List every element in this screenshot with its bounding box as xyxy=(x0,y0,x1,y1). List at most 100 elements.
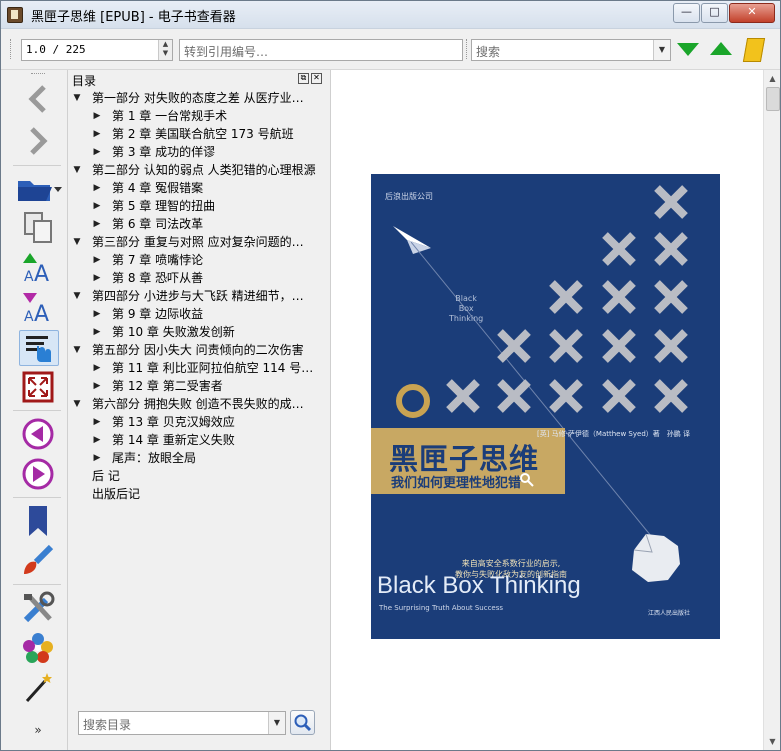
metadata-button[interactable] xyxy=(19,631,57,665)
toc-item[interactable]: ▶ 第 2 章 美国联合航空 173 号航班 xyxy=(68,125,326,143)
close-panel-icon[interactable]: ✕ xyxy=(311,73,322,84)
collapse-arrow-icon[interactable]: ▼ xyxy=(72,341,82,359)
toc-item[interactable]: ▼ 第三部分 重复与对照 应对复杂问题的… xyxy=(68,233,326,251)
toc-item[interactable]: ▶ 第 5 章 理智的扭曲 xyxy=(68,197,326,215)
search-input[interactable]: 搜索 ▼ xyxy=(471,39,671,61)
toc-item-label: 后 记 xyxy=(92,469,120,483)
toc-item[interactable]: ▶ 第 14 章 重新定义失败 xyxy=(68,431,326,449)
toc-item[interactable]: ▶ 第 10 章 失败激发创新 xyxy=(68,323,326,341)
float-panel-icon[interactable]: ⧉ xyxy=(298,73,309,84)
toc-item-label: 尾声：放眼全局 xyxy=(112,451,197,465)
expand-arrow-icon[interactable]: ▶ xyxy=(92,179,102,197)
toc-item[interactable]: ▼ 第一部分 对失败的态度之差 从医疗业… xyxy=(68,89,326,107)
toc-item[interactable]: ▶ 第 11 章 利比亚阿拉伯航空 114 号… xyxy=(68,359,326,377)
toc-item[interactable]: ▶ 第 9 章 边际收益 xyxy=(68,305,326,323)
font-larger-button[interactable]: AA xyxy=(19,250,57,284)
scroll-thumb[interactable] xyxy=(766,87,780,111)
copy-button[interactable] xyxy=(19,210,57,244)
cover-author: [英] 马修·萨伊德（Matthew Syed）著 孙鹏 译 xyxy=(537,430,690,438)
collapse-arrow-icon[interactable]: ▼ xyxy=(72,395,82,413)
expand-arrow-icon[interactable]: ▶ xyxy=(92,269,102,287)
next-page-button[interactable] xyxy=(19,457,57,491)
expand-arrow-icon[interactable]: ▶ xyxy=(92,413,102,431)
expand-arrow-icon[interactable]: ▶ xyxy=(92,377,102,395)
toc-item[interactable]: 出版后记 xyxy=(68,485,326,503)
toc-item[interactable]: ▶ 第 1 章 一台常规手术 xyxy=(68,107,326,125)
toolbar-grip-2[interactable] xyxy=(466,39,470,59)
magic-wand-icon xyxy=(25,673,52,703)
scroll-down-icon[interactable]: ▼ xyxy=(764,733,780,750)
goto-reference-input[interactable]: 转到引用编号… xyxy=(179,39,463,61)
expand-arrow-icon[interactable]: ▶ xyxy=(92,305,102,323)
next-match-icon[interactable] xyxy=(677,43,699,56)
pinwheel-icon xyxy=(23,633,53,663)
toc-item[interactable]: ▶ 第 12 章 第二受害者 xyxy=(68,377,326,395)
collapse-arrow-icon[interactable]: ▼ xyxy=(72,161,82,179)
open-book-button[interactable] xyxy=(15,172,63,206)
toc-item[interactable]: ▼ 第四部分 小进步与大飞跃 精进细节，… xyxy=(68,287,326,305)
expand-arrow-icon[interactable]: ▶ xyxy=(92,431,102,449)
font-smaller-button[interactable]: AA xyxy=(19,290,57,324)
toc-item[interactable]: ▼ 第六部分 拥抱失败 创造不畏失败的成… xyxy=(68,395,326,413)
maximize-button[interactable]: □ xyxy=(701,3,728,23)
expand-arrow-icon[interactable]: ▶ xyxy=(92,323,102,341)
cross-icon xyxy=(602,280,636,314)
cross-icon xyxy=(602,379,636,413)
book-icon[interactable] xyxy=(742,38,766,62)
theme-button[interactable] xyxy=(19,544,57,578)
toc-item[interactable]: ▶ 第 8 章 恐吓从善 xyxy=(68,269,326,287)
preferences-button[interactable] xyxy=(19,591,57,625)
toc-item[interactable]: ▶ 尾声：放眼全局 xyxy=(68,449,326,467)
expand-arrow-icon[interactable]: ▶ xyxy=(92,143,102,161)
search-dropdown-icon[interactable]: ▼ xyxy=(653,40,670,60)
toc-item[interactable]: ▼ 第五部分 因小失大 问责倾向的二次伤害 xyxy=(68,341,326,359)
toolbar-grip[interactable] xyxy=(10,39,14,59)
toc-item-label: 第 10 章 失败激发创新 xyxy=(112,325,235,339)
spin-down-icon[interactable]: ▼ xyxy=(159,49,172,58)
expand-arrow-icon[interactable]: ▶ xyxy=(92,107,102,125)
more-actions-icon[interactable]: » xyxy=(19,718,57,742)
magic-button[interactable] xyxy=(19,671,57,705)
toc-toggle-button[interactable] xyxy=(19,330,59,366)
toc-search-dropdown-icon[interactable]: ▼ xyxy=(268,712,285,734)
scroll-up-icon[interactable]: ▲ xyxy=(764,70,780,87)
expand-arrow-icon[interactable]: ▶ xyxy=(92,449,102,467)
viewer-scrollbar[interactable]: ▲ ▼ xyxy=(763,70,780,750)
position-value: 1.0 / 225 xyxy=(26,43,86,56)
toc-item[interactable]: ▶ 第 3 章 成功的佯谬 xyxy=(68,143,326,161)
expand-arrow-icon[interactable]: ▶ xyxy=(92,359,102,377)
fullscreen-button[interactable] xyxy=(19,370,57,404)
toc-item[interactable]: ▶ 第 4 章 冤假错案 xyxy=(68,179,326,197)
collapse-arrow-icon[interactable]: ▼ xyxy=(72,287,82,305)
toc-item[interactable]: ▼ 第二部分 认知的弱点 人类犯错的心理根源 xyxy=(68,161,326,179)
position-spinbox[interactable]: 1.0 / 225 ▲ ▼ xyxy=(21,39,173,61)
cross-icon xyxy=(549,280,583,314)
expand-arrow-icon[interactable]: ▶ xyxy=(92,251,102,269)
back-button[interactable] xyxy=(19,82,57,116)
minimize-button[interactable]: — xyxy=(673,3,700,23)
bookmarks-button[interactable] xyxy=(19,504,57,538)
toc-search-button[interactable] xyxy=(290,710,315,735)
expand-arrow-icon[interactable]: ▶ xyxy=(92,215,102,233)
toc-item[interactable]: ▶ 第 7 章 喷嘴悖论 xyxy=(68,251,326,269)
sidebar-separator xyxy=(13,410,61,411)
close-button[interactable]: ✕ xyxy=(729,3,775,23)
toc-search-input[interactable]: 搜索目录 ▼ xyxy=(78,711,286,735)
expand-arrow-icon[interactable]: ▶ xyxy=(92,125,102,143)
collapse-arrow-icon[interactable]: ▼ xyxy=(72,233,82,251)
toc-item[interactable]: ▶ 第 6 章 司法改革 xyxy=(68,215,326,233)
previous-match-icon[interactable] xyxy=(710,42,732,55)
toc-item-label: 第 11 章 利比亚阿拉伯航空 114 号… xyxy=(112,361,314,375)
sidebar-grip[interactable] xyxy=(31,73,45,74)
expand-arrow-icon[interactable]: ▶ xyxy=(92,197,102,215)
toc-item[interactable]: 后 记 xyxy=(68,467,326,485)
spin-buttons[interactable]: ▲ ▼ xyxy=(158,40,172,60)
forward-button[interactable] xyxy=(19,124,57,158)
toc-item[interactable]: ▶ 第 13 章 贝克汉姆效应 xyxy=(68,413,326,431)
collapse-arrow-icon[interactable]: ▼ xyxy=(72,89,82,107)
open-folder-icon xyxy=(18,181,62,201)
spin-up-icon[interactable]: ▲ xyxy=(159,40,172,49)
toc-item-label: 第 13 章 贝克汉姆效应 xyxy=(112,415,235,429)
previous-page-button[interactable] xyxy=(19,417,57,451)
toc-item-label: 第四部分 小进步与大飞跃 精进细节，… xyxy=(92,289,304,303)
